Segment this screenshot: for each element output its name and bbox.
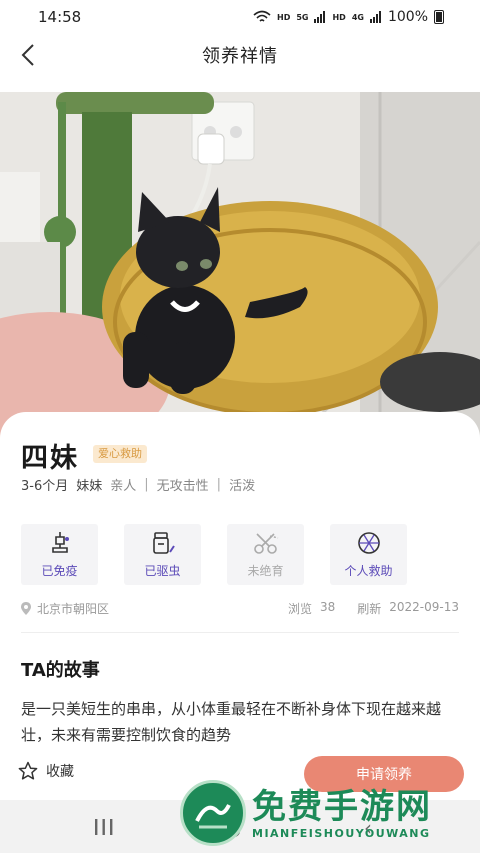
feature-label: 已免疫 (41, 564, 78, 578)
refresh-value: 2022-09-13 (389, 599, 459, 614)
feature-label: 个人救助 (344, 564, 393, 578)
location: 北京市朝阳区 (21, 600, 109, 617)
recent-apps-icon[interactable] (93, 818, 115, 836)
network-label-b: HD (332, 12, 346, 22)
battery-icon (434, 10, 444, 24)
tag-divider: | (144, 477, 149, 492)
scissors-icon (253, 533, 278, 554)
rescue-icon (357, 532, 380, 554)
vaccine-icon (51, 532, 69, 553)
battery-percent: 100% (387, 9, 428, 25)
pet-photo (0, 92, 480, 438)
favorite-button[interactable]: 收藏 (18, 761, 74, 781)
pet-age: 3-6个月 (21, 479, 69, 494)
pet-tags: 3-6个月 妹妹 亲人 | 无攻击性 | 活泼 (21, 475, 255, 494)
watermark-text: 免费手游网 MIANFEISHOUYOUWANG (252, 787, 432, 840)
rescue-badge: 爱心救助 (93, 445, 147, 463)
watermark-main: 免费手游网 (252, 786, 432, 827)
trait-tag: 活泼 (229, 479, 256, 494)
meta-row: 北京市朝阳区 浏览 38 刷新 2022-09-13 (21, 596, 459, 620)
trait-tag: 亲人 (110, 479, 137, 494)
watermark: 免费手游网 MIANFEISHOUYOUWANG (180, 778, 470, 848)
page-title: 领养祥情 (202, 46, 278, 67)
tag-divider: | (216, 477, 222, 492)
feature-label: 未绝育 (247, 564, 284, 578)
signal-icon (369, 11, 381, 23)
status-icons: HD 5G HD 4G 100% (253, 9, 444, 25)
pet-gender: 妹妹 (76, 479, 103, 494)
location-pin-icon (21, 601, 31, 615)
deworm-icon (152, 532, 175, 554)
pet-name: 四妹 (21, 443, 79, 474)
watermark-sub: MIANFEISHOUYOUWANG (252, 826, 431, 840)
chevron-left-icon (21, 44, 34, 66)
feature-label: 已驱虫 (144, 564, 181, 578)
signal-icon (314, 11, 326, 23)
feature-not-neutered: 未绝育 (227, 524, 304, 585)
health-feature-row: 已免疫 已驱虫 未绝育 个人救助 (21, 524, 407, 585)
refresh-date: 刷新 2022-09-13 (357, 600, 459, 617)
status-time: 14:58 (38, 8, 82, 26)
view-label: 浏览 (287, 601, 312, 616)
favorite-label: 收藏 (46, 764, 74, 780)
network-label-a: HD (277, 12, 291, 22)
divider (21, 632, 459, 633)
story-text: 是一只美短生的串串，从小体重最轻在不断补身体下现在越来越壮，未来有需要控制饮食的… (21, 700, 442, 744)
trait-tag: 无攻击性 (156, 479, 209, 494)
watermark-logo-icon (180, 780, 246, 846)
back-button[interactable] (14, 38, 42, 72)
star-icon (18, 761, 38, 780)
view-number: 38 (319, 599, 336, 614)
feature-vaccinated: 已免疫 (21, 524, 98, 585)
location-text: 北京市朝阳区 (37, 601, 110, 616)
wifi-icon (253, 10, 271, 22)
feature-dewormed: 已驱虫 (124, 524, 201, 585)
story-title: TA的故事 (21, 660, 100, 681)
signal-label-a: 5G (296, 12, 309, 22)
feature-personal-rescue: 个人救助 (330, 524, 407, 585)
refresh-label: 刷新 (357, 601, 382, 616)
view-count: 浏览 38 (288, 600, 335, 617)
status-bar: 14:58 HD 5G HD 4G 100% (0, 0, 480, 34)
nav-bar: 领养祥情 (0, 34, 480, 76)
signal-label-b: 4G (351, 12, 364, 22)
